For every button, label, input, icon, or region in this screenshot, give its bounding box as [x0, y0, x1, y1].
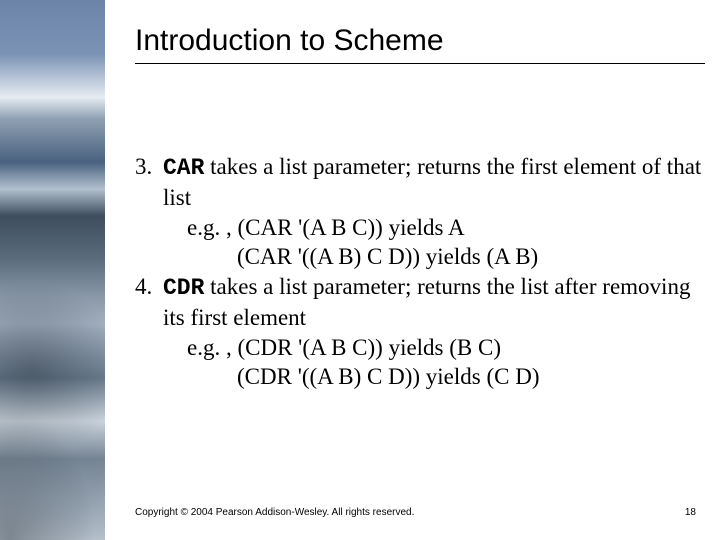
example-code: (CDR '(A B C)) yields (B C): [237, 335, 501, 360]
list-item: 4. CDR takes a list parameter; returns t…: [135, 272, 705, 333]
example-code: (CAR '(A B C)) yields A: [237, 215, 464, 240]
example-line: e.g. , (CDR '(A B C)) yields (B C): [187, 333, 705, 362]
item-desc: takes a list parameter; returns the firs…: [163, 154, 701, 210]
sidebar-mountain-image: [0, 0, 105, 540]
keyword-cdr: CDR: [163, 275, 204, 301]
example-line: (CDR '((A B) C D)) yields (C D): [237, 362, 705, 391]
example-code: (CAR '((A B) C D)) yields (A B): [237, 244, 538, 269]
example-line: e.g. , (CAR '(A B C)) yields A: [187, 213, 705, 242]
example-intro: e.g. ,: [187, 215, 237, 240]
slide: Introduction to Scheme 3. CAR takes a li…: [0, 0, 720, 540]
list-item: 3. CAR takes a list parameter; returns t…: [135, 152, 705, 213]
item-text: CAR takes a list parameter; returns the …: [163, 152, 705, 213]
example-intro: e.g. ,: [187, 335, 237, 360]
item-number: 3.: [135, 152, 163, 213]
example-code: (CDR '((A B) C D)) yields (C D): [237, 364, 539, 389]
title-underline: [135, 63, 705, 64]
slide-body: 3. CAR takes a list parameter; returns t…: [135, 152, 705, 392]
keyword-car: CAR: [163, 155, 204, 181]
slide-title: Introduction to Scheme: [135, 24, 444, 58]
item-number: 4.: [135, 272, 163, 333]
footer-page-number: 18: [685, 507, 696, 518]
footer-copyright: Copyright © 2004 Pearson Addison-Wesley.…: [135, 507, 414, 518]
example-line: (CAR '((A B) C D)) yields (A B): [237, 242, 705, 271]
item-desc: takes a list parameter; returns the list…: [163, 274, 690, 330]
item-text: CDR takes a list parameter; returns the …: [163, 272, 705, 333]
